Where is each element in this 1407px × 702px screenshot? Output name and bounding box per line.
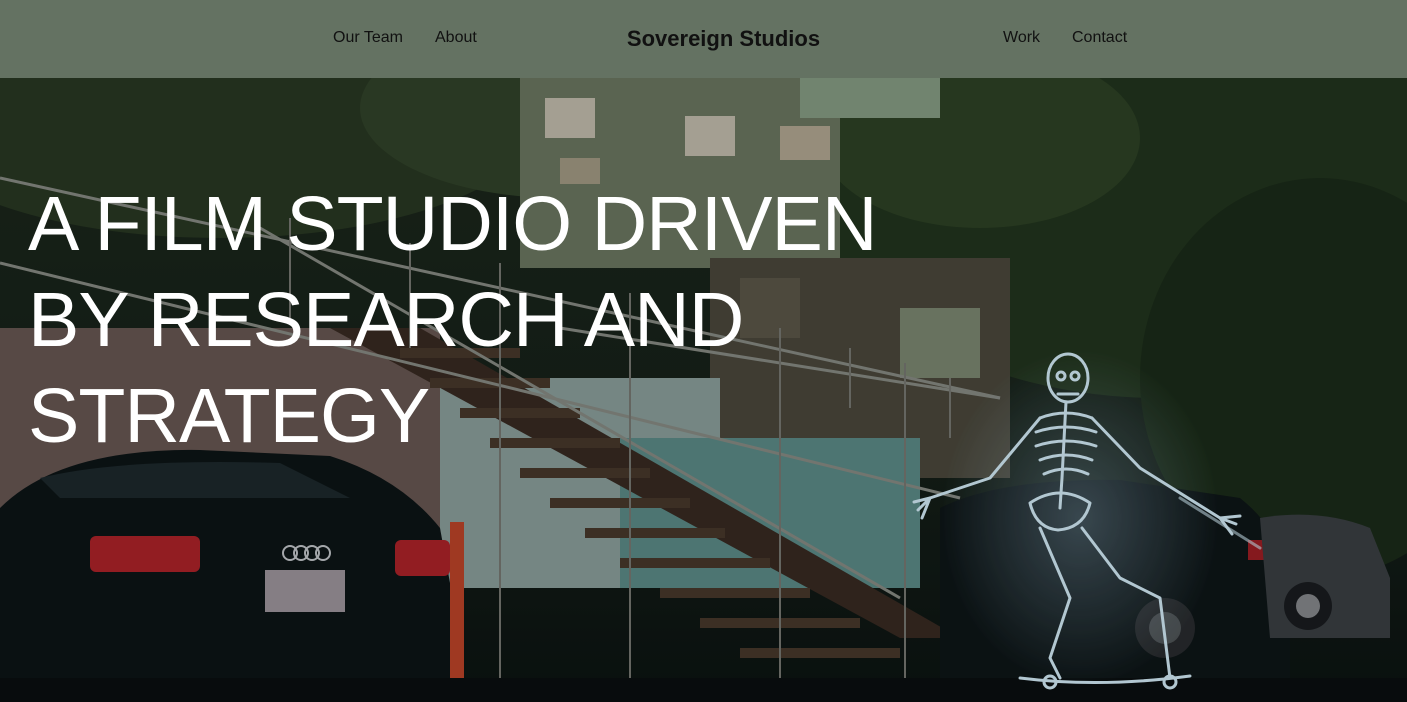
hero-headline-line-3: STRATEGY [28, 373, 430, 459]
hero-headline: A FILM STUDIO DRIVEN BY RESEARCH AND STR… [28, 176, 928, 464]
hero-section: A FILM STUDIO DRIVEN BY RESEARCH AND STR… [0, 78, 1407, 702]
brand-logo-text[interactable]: Sovereign Studios [0, 26, 1407, 52]
hero-headline-line-2: BY RESEARCH AND [28, 277, 744, 363]
top-navbar: Our Team About Sovereign Studios Work Co… [0, 0, 1407, 78]
nav-link-work[interactable]: Work [1003, 28, 1040, 48]
hero-headline-line-1: A FILM STUDIO DRIVEN [28, 181, 878, 267]
nav-link-contact[interactable]: Contact [1072, 28, 1127, 48]
page: Our Team About Sovereign Studios Work Co… [0, 0, 1407, 702]
